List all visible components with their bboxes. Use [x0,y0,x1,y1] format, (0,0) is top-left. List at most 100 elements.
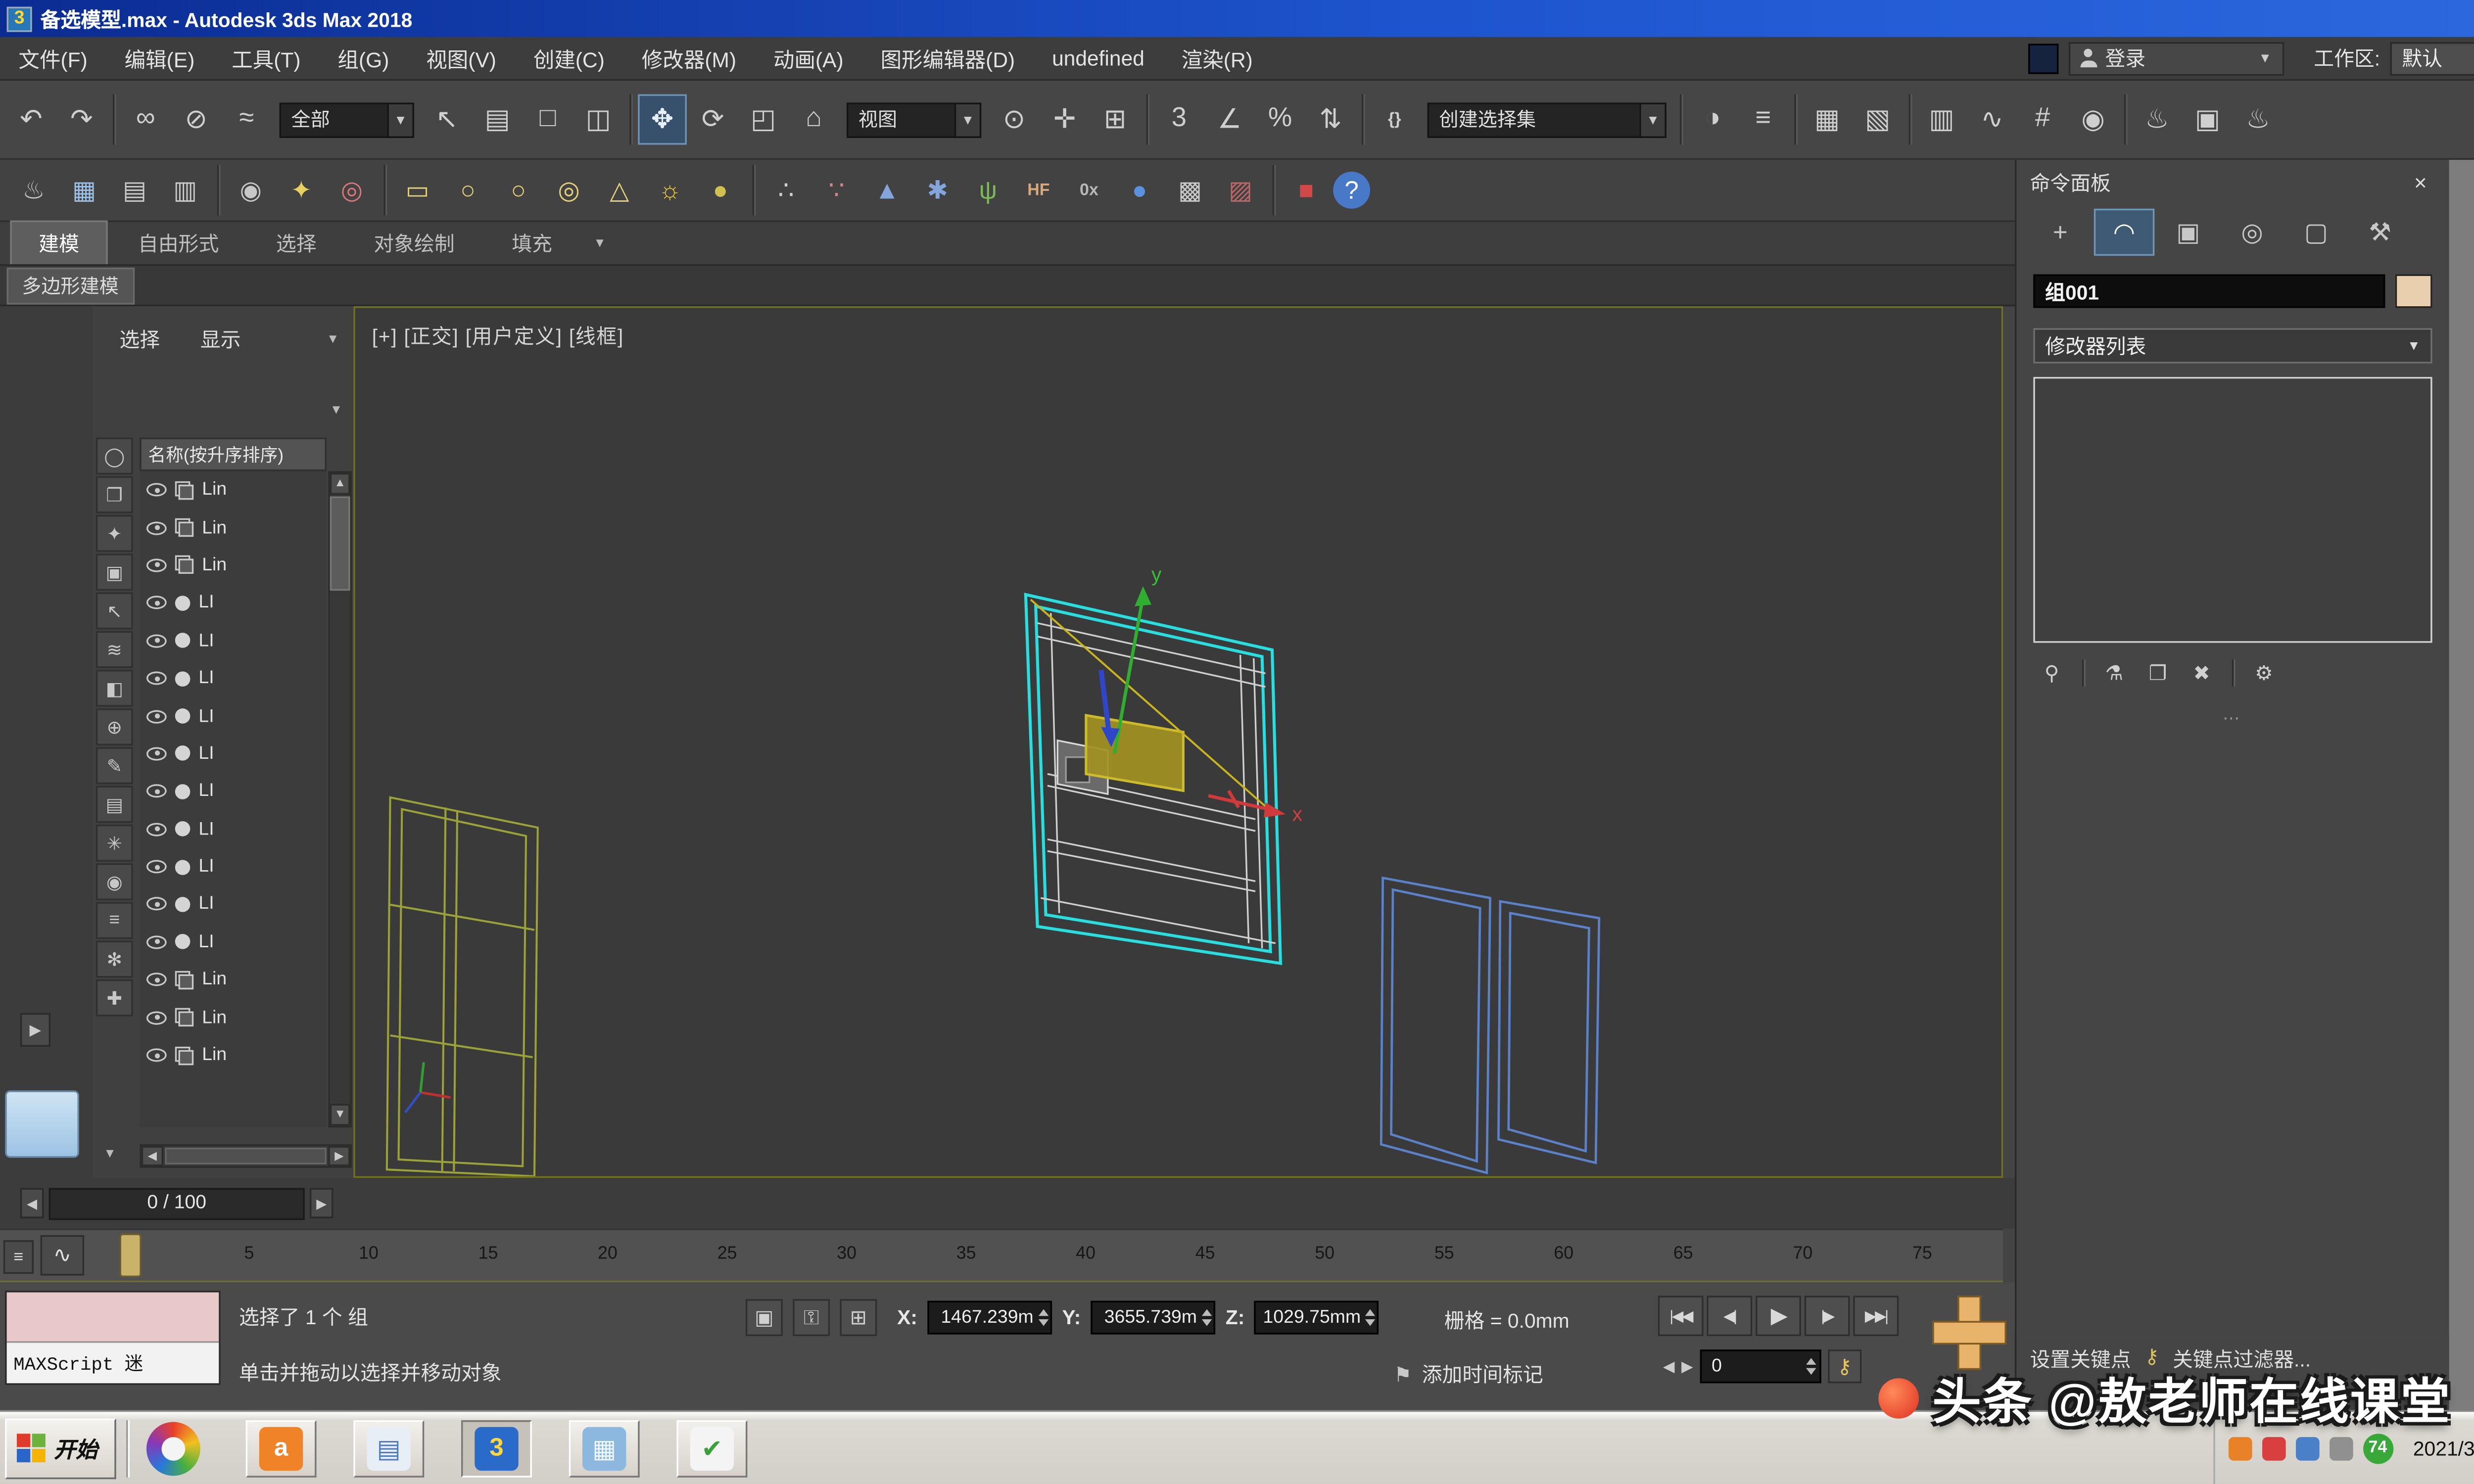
visibility-eye-icon[interactable] [146,898,167,911]
menu-item[interactable]: 创建(C) [515,37,623,79]
visibility-eye-icon[interactable] [146,634,167,648]
foliage-icon[interactable]: ψ [964,167,1011,214]
undo-button[interactable]: ↶ [7,94,56,145]
visibility-eye-icon[interactable] [146,521,167,534]
filter-frozen-icon[interactable]: ✻ [96,941,133,978]
key-filters-button[interactable]: 关键点过滤器... [2173,1345,2311,1373]
create-tab[interactable]: + [2030,209,2091,256]
explorer-corner-arrow-icon[interactable]: ▾ [106,1144,113,1162]
explorer-tab-display[interactable]: 显示 [184,321,258,356]
tray-icon-orange[interactable] [2228,1436,2252,1460]
ribbon-tab[interactable]: 自由形式 [111,222,246,264]
start-button[interactable]: 开始 [5,1418,116,1478]
menu-item[interactable]: 修改器(M) [623,37,755,79]
time-slider[interactable] [120,1234,142,1277]
keyboard-override-button[interactable]: ⊞ [1091,94,1140,145]
quick-launch-browser-ball[interactable] [138,1419,209,1477]
explorer-row[interactable]: LI [140,622,327,659]
menu-item[interactable]: undefined [1034,37,1163,79]
explorer-row[interactable]: LI [140,885,327,923]
filter-splines-icon[interactable]: ≋ [96,631,133,668]
maxscript-mini-listener[interactable]: MAXScript 迷 [5,1291,220,1385]
next-key-icon[interactable]: ▶ [1681,1357,1693,1376]
spinner-icon[interactable] [1366,1309,1376,1326]
menu-item[interactable]: 编辑(E) [106,37,213,79]
window-crossing-button[interactable]: ◫ [574,94,623,145]
select-and-scale-button[interactable]: ◰ [739,94,788,145]
scroll-down-icon[interactable]: ▼ [330,1104,350,1126]
donut-tool-icon[interactable]: ◎ [545,167,592,214]
tray-icon-gray[interactable] [2329,1436,2353,1460]
workspace-dropdown[interactable]: 默认 ▼ [2390,41,2474,75]
render-setup-button[interactable]: ♨ [2133,94,2182,145]
explorer-row[interactable]: LI [140,848,327,885]
explorer-row[interactable]: LI [140,697,327,735]
z-coordinate-field[interactable]: 1029.75mm [1255,1301,1380,1335]
toggle-ribbon-button[interactable]: ▥ [1917,94,1966,145]
tray-badge-74[interactable]: 74 [2363,1433,2393,1463]
filter-all-icon[interactable]: ◯ [96,437,133,474]
tray-icon-blue[interactable] [2295,1436,2319,1460]
filter-bones-icon[interactable]: ✎ [96,747,133,784]
visibility-eye-icon[interactable] [146,973,167,986]
configure-modifier-sets-button[interactable]: ⚙ [2245,656,2283,690]
taskbar-app-green[interactable]: ✔ [677,1419,748,1477]
listener-pane[interactable]: MAXScript 迷 [7,1343,219,1384]
gizmo-helper-icon[interactable]: ✱ [914,167,961,214]
angle-snap-button[interactable]: ∠ [1205,94,1254,145]
menu-item[interactable]: 文件(F) [0,37,106,79]
select-object-button[interactable]: ↖ [423,94,472,145]
visibility-eye-icon[interactable] [146,747,167,760]
pin-stack-button[interactable]: ⚲ [2033,656,2070,690]
data-table-icon[interactable]: ▥ [162,167,209,214]
bind-to-space-warp-button[interactable]: ≈ [222,94,271,145]
scrollbar-thumb[interactable] [330,497,350,591]
filter-containers-icon[interactable]: ▤ [96,786,133,823]
taskbar-app-explorer[interactable]: ▤ [353,1419,424,1477]
explorer-row[interactable]: Lin [140,1036,327,1074]
explorer-row[interactable]: LI [140,924,327,961]
percent-snap-button[interactable]: % [1256,94,1305,145]
visibility-eye-icon[interactable] [146,785,167,798]
ellipse-tool-icon[interactable]: ○ [444,167,491,214]
time-ruler[interactable]: ≡ ∿ 51015202530354045505560657075 [0,1228,2003,1282]
absolute-offset-icon[interactable]: ⊞ [840,1299,877,1336]
ribbon-minimize-icon[interactable]: ▾ [596,234,604,264]
modifier-stack[interactable] [2033,377,2432,643]
menu-item[interactable]: 图形编辑器(D) [862,37,1034,79]
explorer-row[interactable]: LI [140,735,327,773]
hair-fur-icon[interactable]: HF [1015,167,1062,214]
uvw-checker-icon[interactable]: ▩ [1166,167,1213,214]
filter-spacewarps-icon[interactable]: ⊕ [96,708,133,745]
play-animation-button[interactable]: ▶ [1756,1296,1801,1336]
macro-recorder-pane[interactable] [7,1293,219,1343]
explorer-row[interactable]: Lin [140,961,327,999]
select-and-manipulate-button[interactable]: ✛ [1040,94,1089,145]
record-icon[interactable]: ◉ [227,167,274,214]
add-time-tag[interactable]: ⚑ 添加时间标记 [1394,1360,1543,1389]
snow-particles-icon[interactable]: ∴ [762,167,809,214]
select-by-name-button[interactable]: ▤ [473,94,522,145]
explorer-column-header[interactable]: 名称(按升序排序) [140,437,327,471]
rendered-frame-window-button[interactable]: ▣ [2183,94,2232,145]
expand-arrow-button[interactable]: ▶ [20,1013,50,1047]
menu-item[interactable]: 渲染(R) [1163,37,1271,79]
use-pivot-point-button[interactable]: ⊙ [990,94,1039,145]
hierarchy-tab[interactable]: ▣ [2158,209,2218,256]
toggle-scene-explorer-button[interactable]: ▦ [1803,94,1852,145]
explorer-row[interactable]: Lin [140,547,327,584]
toggle-layer-explorer-button[interactable]: ▧ [1853,94,1902,145]
visibility-eye-icon[interactable] [146,558,167,572]
schematic-view-button[interactable]: # [2018,94,2067,145]
edit-named-selection-sets-button[interactable]: {} [1370,94,1419,145]
selection-filter-dropdown[interactable]: 全部▼ [280,102,414,137]
unlink-selection-button[interactable]: ⊘ [172,94,221,145]
mirror-button[interactable]: ◑ [1688,94,1737,145]
select-and-move-button[interactable]: ✥ [638,94,687,145]
align-button[interactable]: ≡ [1739,94,1788,145]
minimized-dialog-thumb[interactable] [5,1090,79,1158]
remove-modifier-button[interactable]: ✖ [2183,656,2220,690]
taskbar-app-3dsmax[interactable]: 3 [461,1419,532,1477]
display-tab[interactable]: ▢ [2286,209,2346,256]
chevron-down-icon[interactable]: ▼ [387,103,412,136]
